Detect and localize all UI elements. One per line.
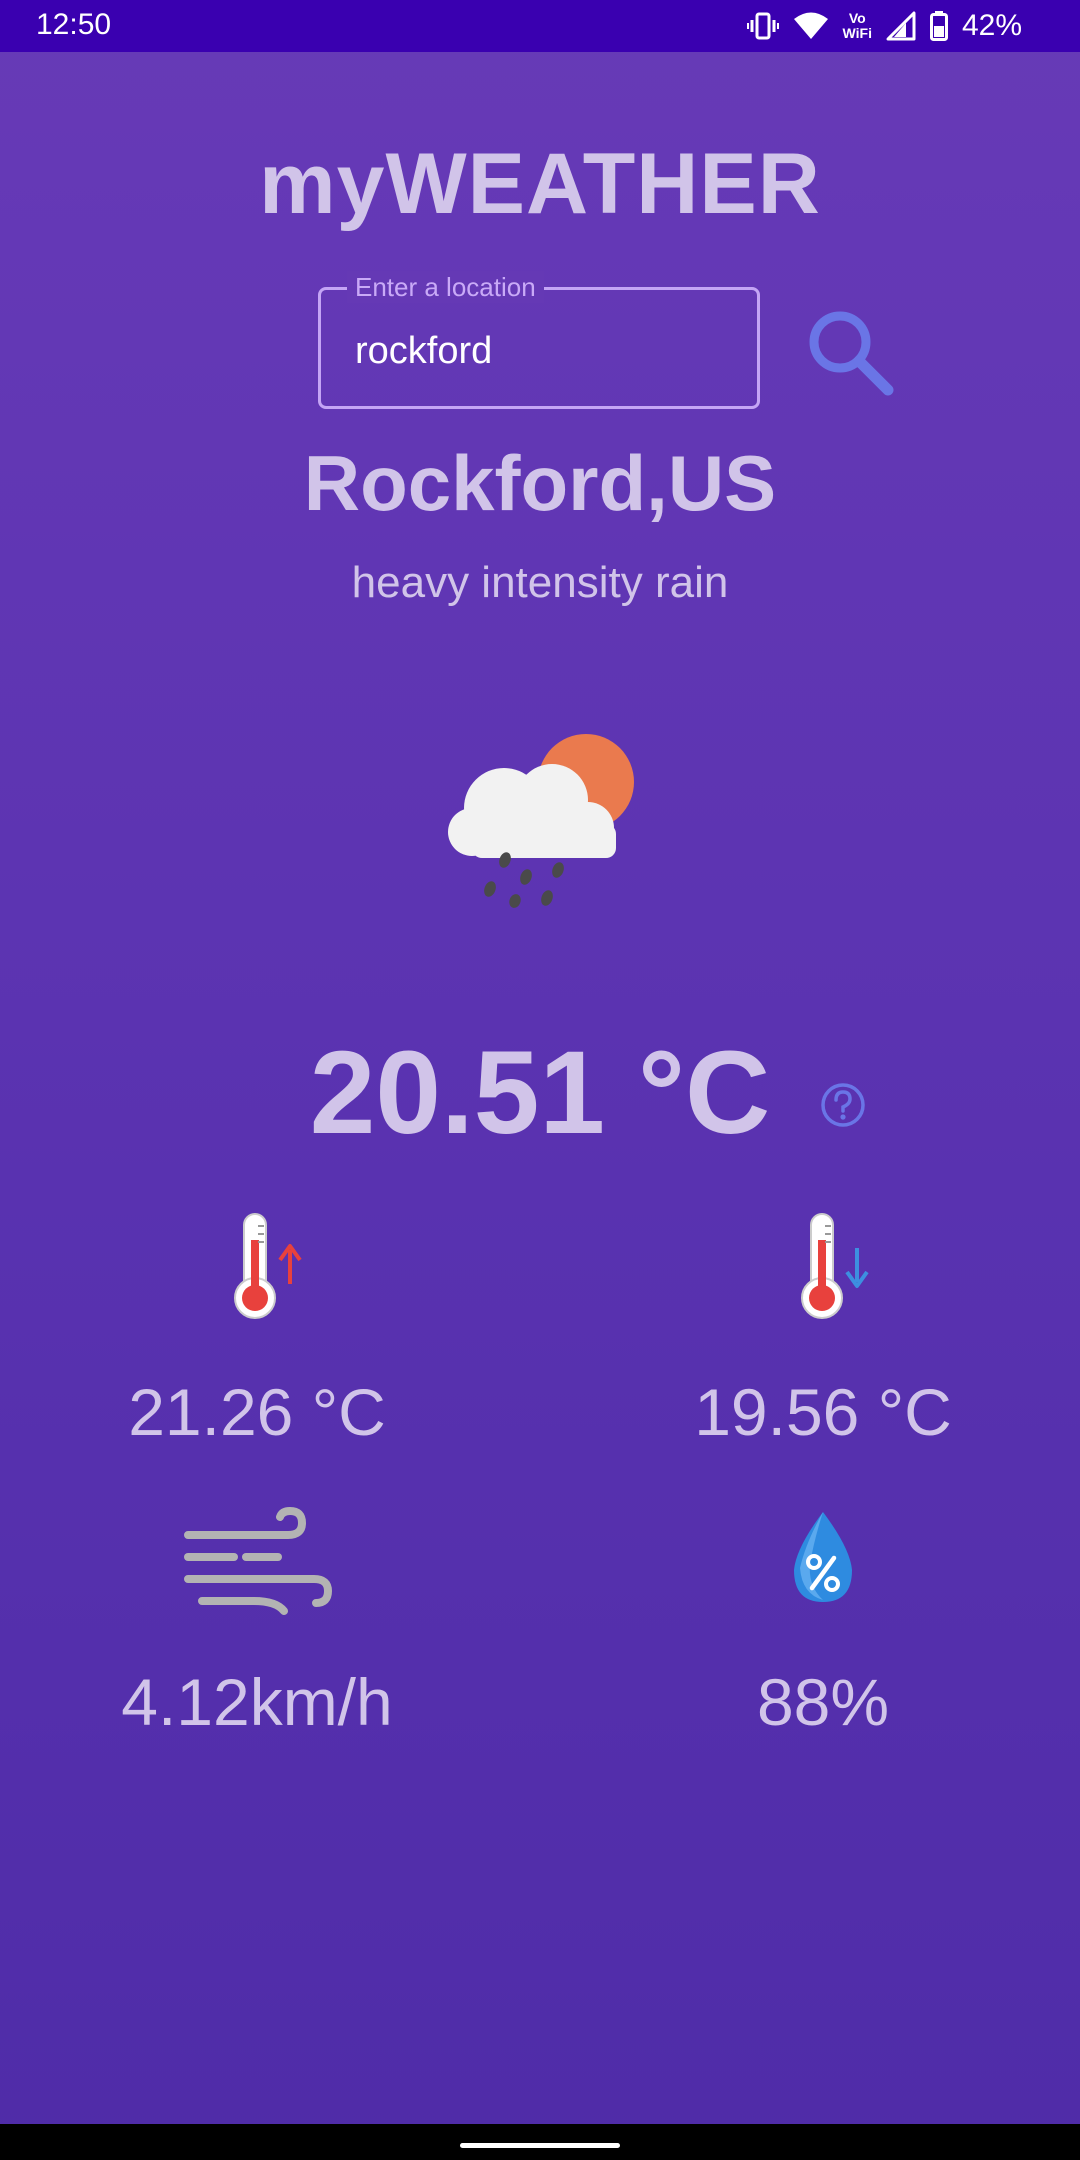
battery-percentage: 42% xyxy=(961,9,1022,42)
search-icon xyxy=(809,311,894,396)
thermometer-down-icon xyxy=(801,1213,869,1319)
wind-icon xyxy=(184,1506,333,1615)
app-title: myWEATHER xyxy=(259,136,821,232)
wind-speed: 4.12km/h xyxy=(121,1665,393,1739)
app-screen: 12:50 Vo WiFi 42% myWEATHER Enter a loca… xyxy=(0,0,1080,2160)
signal-icon xyxy=(886,11,916,41)
search-button[interactable] xyxy=(800,304,900,404)
help-icon[interactable] xyxy=(818,1080,868,1130)
vowifi-line-1: Vo xyxy=(848,10,866,26)
location-label: Enter a location xyxy=(347,271,544,303)
humidity: 88% xyxy=(756,1665,890,1739)
status-bar: 12:50 Vo WiFi 42% xyxy=(0,0,1080,52)
wifi-icon xyxy=(793,12,828,39)
max-temperature: 21.26 °C xyxy=(128,1375,386,1449)
thermometer-up-icon xyxy=(234,1213,302,1319)
location-input[interactable] xyxy=(355,330,735,373)
min-temperature: 19.56 °C xyxy=(694,1375,952,1449)
current-temperature: 20.51 °C xyxy=(309,1027,771,1159)
status-icons: Vo WiFi 42% xyxy=(746,6,1022,46)
city-name: Rockford,US xyxy=(303,439,777,527)
cloud-sun-rain-icon xyxy=(448,734,634,908)
location-field[interactable]: Enter a location xyxy=(318,271,760,409)
status-time: 12:50 xyxy=(36,8,112,41)
vowifi-line-2: WiFi xyxy=(842,25,872,41)
weather-description: heavy intensity rain xyxy=(351,558,729,607)
humidity-icon xyxy=(794,1512,852,1602)
vowifi-icon: Vo WiFi xyxy=(843,11,872,41)
navigation-bar xyxy=(0,2124,1080,2160)
vibrate-icon xyxy=(746,12,779,40)
battery-icon xyxy=(929,11,948,41)
home-gesture-handle[interactable] xyxy=(460,2143,620,2148)
